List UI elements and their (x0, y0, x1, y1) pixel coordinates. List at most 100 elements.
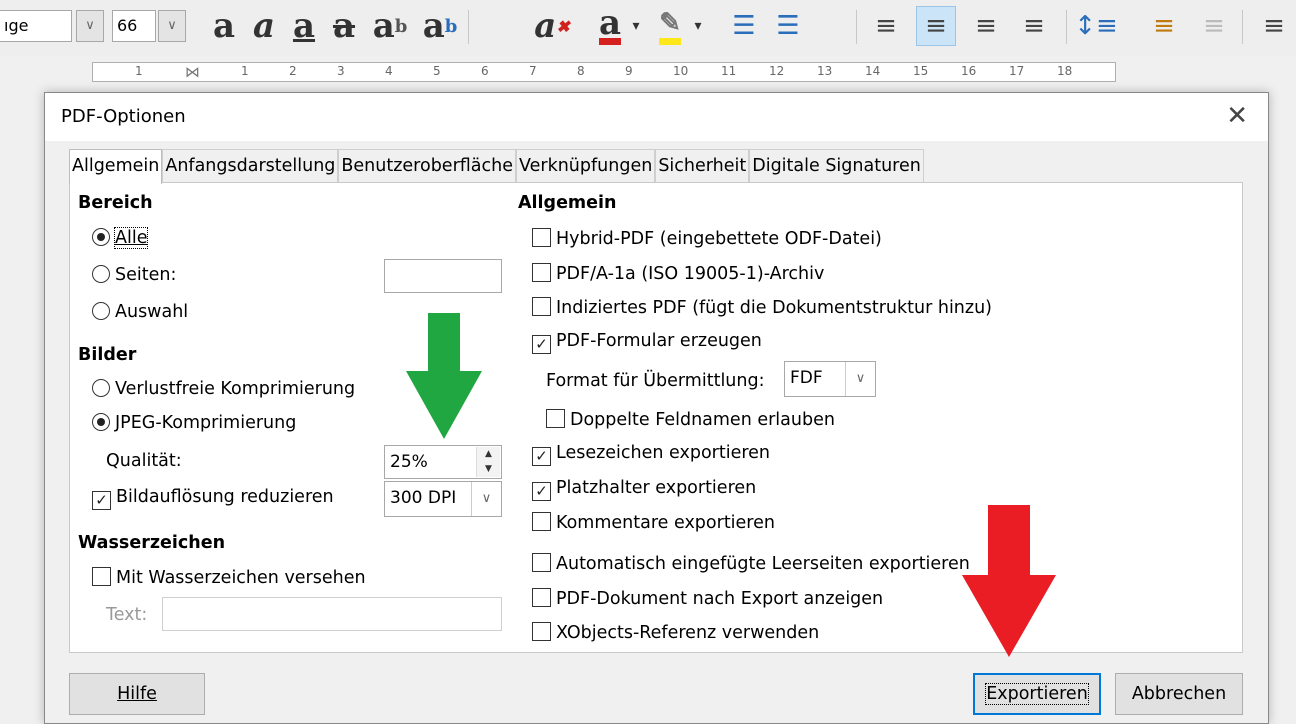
font-color-dropdown-icon[interactable]: ▾ (630, 6, 642, 46)
align-left-icon[interactable]: ≡ (866, 6, 906, 46)
paragraph-style-dropdown-icon[interactable]: ∨ (76, 10, 104, 42)
ruler-label: 3 (337, 64, 345, 78)
format-label: Format für Übermittlung: (546, 371, 765, 391)
increase-paragraph-spacing-icon[interactable]: ≡ (1144, 6, 1184, 46)
checkbox-doppelte-feldnamen[interactable]: Doppelte Feldnamen erlauben (546, 409, 835, 430)
superscript-icon[interactable]: ab (366, 6, 414, 46)
checkbox-wasserzeichen[interactable]: Mit Wasserzeichen versehen (92, 567, 366, 588)
checkbox-leerseiten[interactable]: Automatisch eingefügte Leerseiten export… (532, 553, 970, 574)
pages-input[interactable] (384, 259, 502, 293)
ruler-label: 13 (817, 64, 833, 78)
bullets-icon[interactable]: ☰ (724, 6, 764, 46)
chevron-down-icon[interactable]: ∨ (471, 482, 501, 516)
spin-down-icon[interactable]: ▼ (476, 462, 500, 477)
increase-indent-icon[interactable]: ≡ (1254, 6, 1294, 46)
tab-digitale-signaturen[interactable]: Digitale Signaturen (749, 149, 924, 183)
radio-icon (92, 379, 110, 397)
clear-formatting-icon[interactable]: a ✖ (530, 6, 574, 46)
line-spacing-icon[interactable]: ↕≡ (1074, 6, 1118, 46)
numbering-icon[interactable]: ☰ (768, 6, 808, 46)
checkbox-pdf-formular[interactable]: ✓ PDF-Formular erzeugen (532, 331, 762, 354)
tab-benutzeroberflaeche[interactable]: Benutzeroberfläche (338, 149, 516, 183)
underline-icon[interactable]: a (284, 6, 324, 46)
format-combobox[interactable]: FDF ∨ (784, 361, 876, 397)
quality-value: 25% (390, 452, 428, 472)
align-center-icon[interactable]: ≡ (916, 6, 956, 46)
checkbox-checked-icon: ✓ (532, 447, 551, 466)
checkbox-pdfa[interactable]: PDF/A-1a (ISO 19005-1)-Archiv (532, 263, 824, 284)
ruler-label: 14 (865, 64, 881, 78)
highlight-icon[interactable]: ✎ (648, 6, 692, 46)
paragraph-style-box[interactable]: ıge (0, 10, 72, 42)
strikethrough-icon[interactable]: a (324, 6, 364, 46)
checkbox-icon (532, 512, 551, 531)
checkbox-icon (92, 567, 111, 586)
checkbox-checked-icon: ✓ (92, 491, 111, 510)
checkbox-icon (532, 263, 551, 282)
radio-alle[interactable]: Alle (92, 227, 149, 249)
close-icon[interactable]: ✕ (1226, 101, 1248, 131)
resolution-combobox[interactable]: 300 DPI ∨ (384, 481, 502, 517)
checkbox-checked-icon: ✓ (532, 335, 551, 354)
checkbox-xobjects[interactable]: XObjects-Referenz verwenden (532, 622, 819, 643)
checkbox-icon (532, 297, 551, 316)
tab-sicherheit[interactable]: Sicherheit (655, 149, 750, 183)
radio-seiten[interactable]: Seiten: (92, 265, 176, 285)
watermark-text-input[interactable] (162, 597, 502, 631)
radio-verlustfrei[interactable]: Verlustfreie Komprimierung (92, 379, 355, 399)
tab-anfangsdarstellung[interactable]: Anfangsdarstellung (162, 149, 339, 183)
ruler-label: 8 (577, 64, 585, 78)
ruler-label: 11 (721, 64, 737, 78)
justify-icon[interactable]: ≡ (1014, 6, 1054, 46)
italic-icon[interactable]: a (244, 6, 284, 46)
ruler-label: 1 (241, 64, 249, 78)
ruler-label: 4 (385, 64, 393, 78)
highlight-dropdown-icon[interactable]: ▾ (692, 6, 704, 46)
checkbox-bildaufloesung[interactable]: ✓ Bildauflösung reduzieren (92, 487, 334, 510)
subscript-icon[interactable]: ab (416, 6, 464, 46)
horizontal-ruler[interactable]: 1 ⋈ 1 2 3 4 5 6 7 8 9 10 11 12 13 14 15 … (92, 62, 1116, 82)
checkbox-icon (532, 553, 551, 572)
ruler-label: 5 (433, 64, 441, 78)
radio-jpeg[interactable]: JPEG-Komprimierung (92, 413, 296, 433)
checkbox-dokument-anzeigen[interactable]: PDF-Dokument nach Export anzeigen (532, 588, 883, 609)
export-button[interactable]: Exportieren (973, 673, 1101, 715)
ruler-indent-marker-icon[interactable]: ⋈ (185, 63, 200, 81)
quality-spinbox[interactable]: 25% ▲ ▼ (384, 445, 502, 479)
checkbox-icon (532, 588, 551, 607)
align-right-icon[interactable]: ≡ (966, 6, 1006, 46)
help-button[interactable]: Hilfe (69, 673, 205, 715)
checkbox-icon (532, 622, 551, 641)
text-label: Text: (106, 605, 148, 625)
checkbox-checked-icon: ✓ (532, 482, 551, 501)
dialog-title: PDF-Optionen (61, 106, 186, 127)
font-size-dropdown-icon[interactable]: ∨ (158, 10, 186, 42)
radio-auswahl[interactable]: Auswahl (92, 302, 188, 322)
checkbox-icon (532, 228, 551, 247)
ruler-label: 6 (481, 64, 489, 78)
cancel-button[interactable]: Abbrechen (1115, 673, 1243, 715)
ruler-label: 2 (289, 64, 297, 78)
radio-selected-icon (92, 413, 110, 431)
spin-up-icon[interactable]: ▲ (476, 447, 500, 462)
tab-bar: Allgemein Anfangsdarstellung Benutzerobe… (69, 149, 924, 184)
checkbox-platzhalter[interactable]: ✓ Platzhalter exportieren (532, 478, 756, 501)
font-size-box[interactable]: 66 (112, 10, 156, 42)
ruler-label: 1 (135, 64, 143, 78)
font-color-icon[interactable]: a (588, 6, 632, 46)
bold-icon[interactable]: a (204, 6, 244, 46)
resolution-value: 300 DPI (390, 488, 457, 508)
tab-allgemein[interactable]: Allgemein (69, 149, 163, 184)
checkbox-hybrid-pdf[interactable]: Hybrid-PDF (eingebettete ODF-Datei) (532, 228, 882, 249)
tab-verknuepfungen[interactable]: Verknüpfungen (516, 149, 656, 183)
checkbox-kommentare[interactable]: Kommentare exportieren (532, 512, 775, 533)
chevron-down-icon[interactable]: ∨ (845, 362, 875, 396)
ruler-label: 18 (1057, 64, 1073, 78)
decrease-paragraph-spacing-icon[interactable]: ≡ (1194, 6, 1234, 46)
ruler-label: 10 (673, 64, 689, 78)
green-arrow-annotation (406, 313, 482, 439)
checkbox-lesezeichen[interactable]: ✓ Lesezeichen exportieren (532, 443, 770, 466)
checkbox-indiziertes-pdf[interactable]: Indiziertes PDF (fügt die Dokumentstrukt… (532, 297, 992, 318)
red-arrow-annotation (962, 505, 1056, 657)
formatting-toolbar: ıge ∨ 66 ∨ a a a a ab ab a ✖ a ▾ ✎ ▾ ☰ ☰ … (0, 0, 1296, 56)
